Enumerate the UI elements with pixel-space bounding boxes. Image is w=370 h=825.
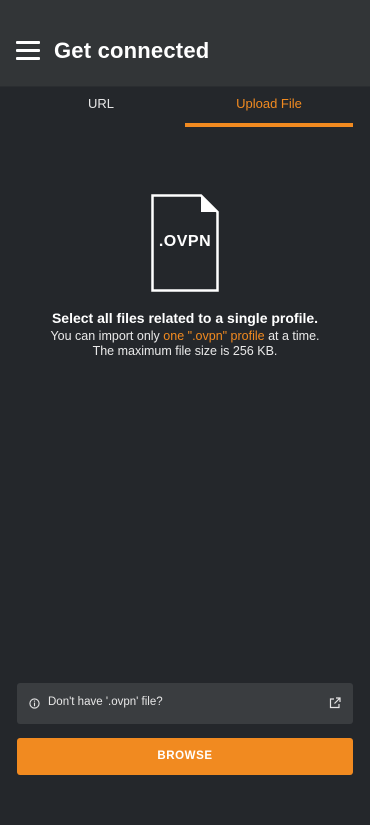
app-bar: Get connected [0, 0, 370, 87]
instructions-line-1: You can import only one ".ovpn" profile … [0, 329, 370, 343]
page-title: Get connected [54, 38, 210, 63]
instructions-title: Select all files related to a single pro… [51, 310, 319, 326]
info-icon [29, 698, 40, 709]
browse-button[interactable]: BROWSE [17, 738, 353, 775]
instructions-highlight: one ".ovpn" profile [163, 329, 265, 343]
missing-file-help-link[interactable]: Don't have '.ovpn' file? [17, 683, 353, 724]
tab-upload-file[interactable]: Upload File [185, 86, 353, 128]
external-link-icon [329, 697, 341, 709]
instructions-line-1-suffix: at a time. [264, 329, 320, 343]
tab-bar: URL Upload File [0, 86, 370, 128]
instructions-line-2: The maximum file size is 256 KB. [92, 344, 278, 358]
tab-url[interactable]: URL [17, 86, 185, 128]
file-extension-label: .OVPN [158, 233, 212, 250]
hamburger-menu-icon[interactable] [16, 41, 40, 61]
instructions-line-1-prefix: You can import only [50, 329, 164, 343]
help-text: Don't have '.ovpn' file? [48, 696, 163, 708]
active-tab-indicator [185, 123, 353, 127]
